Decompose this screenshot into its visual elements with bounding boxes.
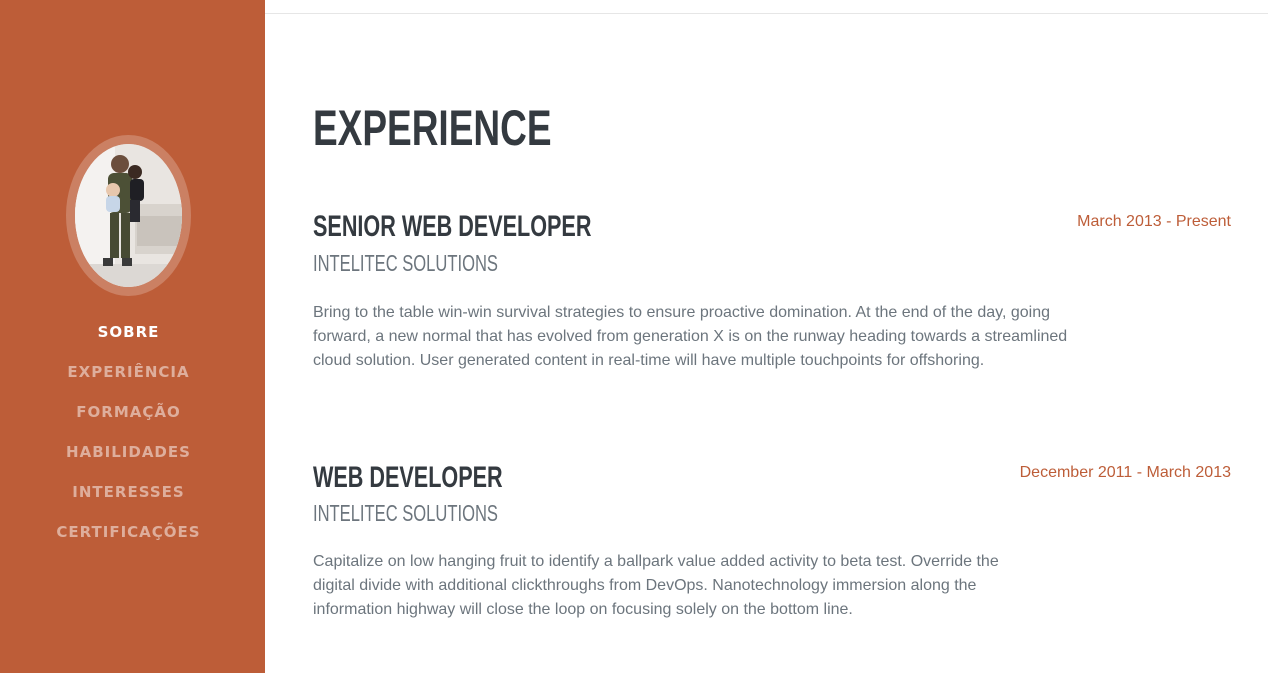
nav-item-formacao: FORMAÇÃO: [0, 398, 257, 438]
nav-item-interesses: INTERESSES: [0, 478, 257, 518]
profile-avatar-frame: [66, 135, 191, 296]
nav-link-experiencia[interactable]: EXPERIÊNCIA: [67, 358, 189, 386]
job-description: Bring to the table win-win survival stra…: [313, 304, 1068, 369]
profile-photo: [75, 144, 182, 287]
nav-link-habilidades[interactable]: HABILIDADES: [66, 438, 191, 466]
experience-item: SENIOR WEB DEVELOPER INTELITEC SOLUTIONS…: [313, 210, 1231, 400]
profile-avatar[interactable]: [75, 144, 182, 287]
job-title: WEB DEVELOPER: [313, 461, 503, 494]
nav-item-certificacoes: CERTIFICAÇÕES: [0, 518, 257, 558]
company-name: INTELITEC SOLUTIONS: [313, 250, 498, 276]
nav-link-certificacoes[interactable]: CERTIFICAÇÕES: [56, 518, 200, 546]
nav-item-sobre: SOBRE: [0, 318, 257, 358]
job-description: Capitalize on low hanging fruit to ident…: [313, 553, 999, 618]
job-date: March 2013 - Present: [1077, 213, 1231, 230]
nav-link-formacao[interactable]: FORMAÇÃO: [76, 398, 180, 426]
top-divider: [265, 13, 1268, 14]
experience-item: WEB DEVELOPER INTELITEC SOLUTIONS Decemb…: [313, 461, 1231, 631]
sidebar-nav: SOBRE EXPERIÊNCIA FORMAÇÃO HABILIDADES I…: [0, 318, 257, 558]
section-title: EXPERIENCE: [313, 100, 552, 156]
nav-item-habilidades: HABILIDADES: [0, 438, 257, 478]
job-title: SENIOR WEB DEVELOPER: [313, 210, 592, 243]
sidebar: SOBRE EXPERIÊNCIA FORMAÇÃO HABILIDADES I…: [0, 0, 265, 673]
job-date: December 2011 - March 2013: [1019, 464, 1231, 481]
company-name: INTELITEC SOLUTIONS: [313, 500, 498, 526]
nav-link-interesses[interactable]: INTERESSES: [72, 478, 184, 506]
nav-item-experiencia: EXPERIÊNCIA: [0, 358, 257, 398]
nav-link-sobre[interactable]: SOBRE: [98, 318, 160, 346]
